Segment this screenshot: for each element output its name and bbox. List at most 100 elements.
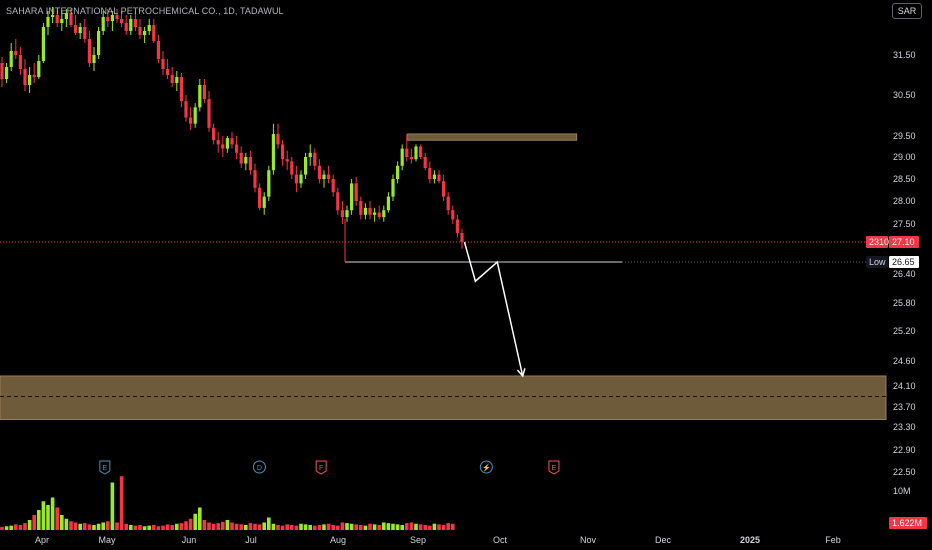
time-tick-label: Jun xyxy=(182,535,197,545)
earnings-icon[interactable]: E xyxy=(548,460,560,475)
candle-body xyxy=(391,179,395,197)
candle-body xyxy=(60,19,64,23)
volume-bar xyxy=(119,476,124,530)
volume-bar xyxy=(331,525,335,530)
volume-bar xyxy=(391,523,395,530)
volume-bar xyxy=(175,523,179,530)
candle-body xyxy=(14,51,18,55)
time-tick-label: Sep xyxy=(410,535,426,545)
price-chart[interactable]: E D F ⚡ E 31.50 30.50 29.50 29.00 28.50 28.00 27.5… xyxy=(0,0,932,550)
candle-body xyxy=(359,201,363,215)
candle-body xyxy=(41,27,45,61)
volume-bar xyxy=(354,524,358,530)
volume-bar xyxy=(46,505,50,530)
time-axis: Apr May Jun Jul Aug Sep Oct Nov Dec 2025 Feb xyxy=(35,535,841,545)
price-tick-label: 22.50 xyxy=(893,467,916,477)
candle-body xyxy=(460,233,464,242)
volume-bar xyxy=(221,521,225,530)
candle-body xyxy=(189,117,193,124)
dividend-icon-glyph: D xyxy=(257,465,262,472)
candle-body xyxy=(74,25,78,33)
volume-bar xyxy=(267,517,271,530)
earnings-icon[interactable]: E xyxy=(99,460,111,475)
volume-bar xyxy=(405,523,409,530)
candle-body xyxy=(419,146,423,157)
candle-body xyxy=(455,219,459,233)
current-price-label-badge: 2310 xyxy=(866,236,889,248)
candle-body xyxy=(184,101,188,118)
candle-body xyxy=(78,27,82,33)
price-tick-label: 24.10 xyxy=(893,381,916,391)
zones-layer xyxy=(0,133,887,420)
volume-bar xyxy=(147,525,151,530)
current-volume-badge-text: 1.622M xyxy=(892,518,922,528)
dividend-icon[interactable]: D xyxy=(252,460,266,474)
earnings-icon-glyph: E xyxy=(102,465,107,472)
volume-bar xyxy=(308,525,312,530)
volume-bar xyxy=(60,515,64,530)
volume-bar xyxy=(207,522,211,530)
time-tick-label: Dec xyxy=(655,535,672,545)
volume-bar xyxy=(92,525,96,530)
time-tick-label: Jul xyxy=(245,535,257,545)
price-tick-label: 22.90 xyxy=(893,445,916,455)
financials-icon-glyph: F xyxy=(319,465,323,472)
volume-bar xyxy=(142,526,147,530)
volume-bar xyxy=(184,521,188,530)
currency-button[interactable]: SAR xyxy=(892,3,922,19)
volume-bar xyxy=(96,523,101,530)
candle-body xyxy=(124,23,128,31)
volume-bar xyxy=(23,523,27,530)
volume-bar xyxy=(409,522,414,530)
candle-body xyxy=(152,25,156,41)
candle-body xyxy=(0,63,4,79)
volume-bar xyxy=(262,522,266,530)
volume-bar xyxy=(423,525,427,530)
candle-body xyxy=(354,183,358,201)
volume-bar xyxy=(432,523,437,530)
zone-target xyxy=(0,375,887,420)
candle-body xyxy=(239,152,243,164)
candle-body xyxy=(285,159,289,162)
financials-icon[interactable]: F xyxy=(315,460,327,475)
volume-bar xyxy=(326,523,331,530)
low-label-badge: Low xyxy=(866,256,888,268)
candle-body xyxy=(396,165,400,179)
price-tick-label: 29.00 xyxy=(893,152,916,162)
volume-bar xyxy=(285,524,289,530)
candle-body xyxy=(331,179,335,193)
candle-body xyxy=(313,152,317,166)
lines-layer xyxy=(0,219,886,378)
time-tick-label: Oct xyxy=(493,535,508,545)
candle-body xyxy=(294,174,298,184)
split-icon[interactable]: ⚡ xyxy=(479,460,493,474)
volume-bar xyxy=(239,524,243,530)
price-tick-label: 31.50 xyxy=(893,50,916,60)
zone-resistance xyxy=(407,133,578,141)
volume-bar xyxy=(386,523,391,530)
candle-body xyxy=(179,77,183,102)
volume-scale-label: 10M xyxy=(893,486,911,496)
candle-body xyxy=(101,17,105,31)
volume-bar xyxy=(244,525,248,530)
candle-body xyxy=(129,19,133,31)
volume-bar xyxy=(50,497,55,530)
price-tick-label: 24.60 xyxy=(893,356,916,366)
volume-bar xyxy=(9,525,13,530)
candle-body xyxy=(202,85,206,100)
volume-bar xyxy=(257,524,262,530)
candle-body xyxy=(373,212,377,215)
volume-bar xyxy=(18,525,23,530)
current-price-label-badge-text: 2310 xyxy=(869,237,889,247)
candle-body xyxy=(23,69,27,85)
candle-body xyxy=(350,183,354,211)
volume-bar xyxy=(37,510,41,530)
price-tick-label: 27.50 xyxy=(893,219,916,229)
candle-body xyxy=(437,174,441,182)
volume-bar xyxy=(225,520,230,530)
volume-bar xyxy=(27,520,32,530)
candle-body xyxy=(423,157,427,168)
low-label-badge-text: Low xyxy=(869,257,886,267)
volume-bar xyxy=(382,522,386,530)
candle-body xyxy=(28,75,32,85)
